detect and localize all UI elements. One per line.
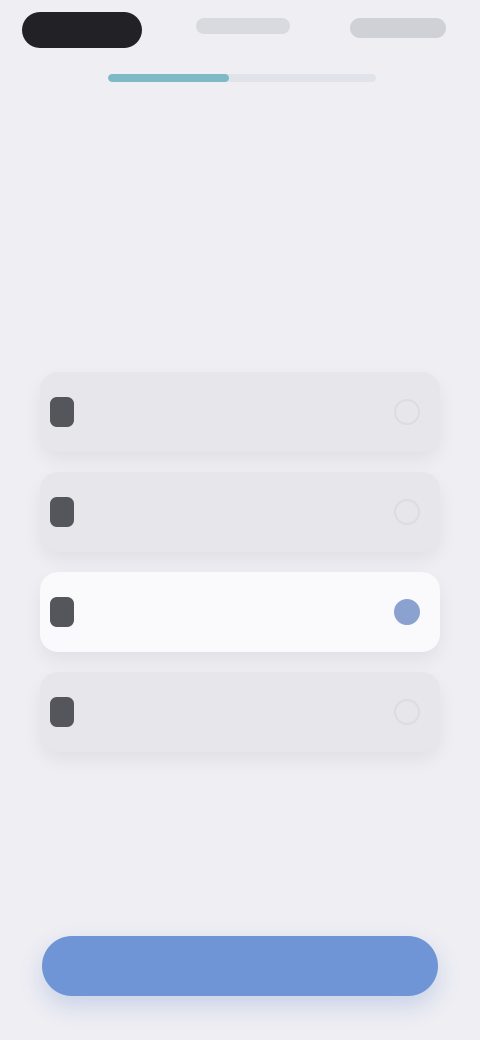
option-item[interactable] (40, 572, 440, 652)
option-item[interactable] (40, 672, 440, 752)
option-icon (50, 697, 74, 727)
continue-button[interactable] (42, 936, 438, 996)
options-list (40, 372, 440, 772)
dynamic-island (22, 12, 142, 48)
onboarding-progress-bar (108, 74, 376, 82)
radio-indicator[interactable] (394, 399, 420, 425)
radio-indicator[interactable] (394, 599, 420, 625)
radio-indicator[interactable] (394, 499, 420, 525)
progress-fill (108, 74, 229, 82)
option-icon (50, 397, 74, 427)
option-icon (50, 497, 74, 527)
option-item[interactable] (40, 372, 440, 452)
status-bar (0, 0, 480, 64)
status-center-indicator (196, 18, 290, 34)
radio-indicator[interactable] (394, 699, 420, 725)
option-icon (50, 597, 74, 627)
status-icons (350, 18, 446, 38)
option-item[interactable] (40, 472, 440, 552)
